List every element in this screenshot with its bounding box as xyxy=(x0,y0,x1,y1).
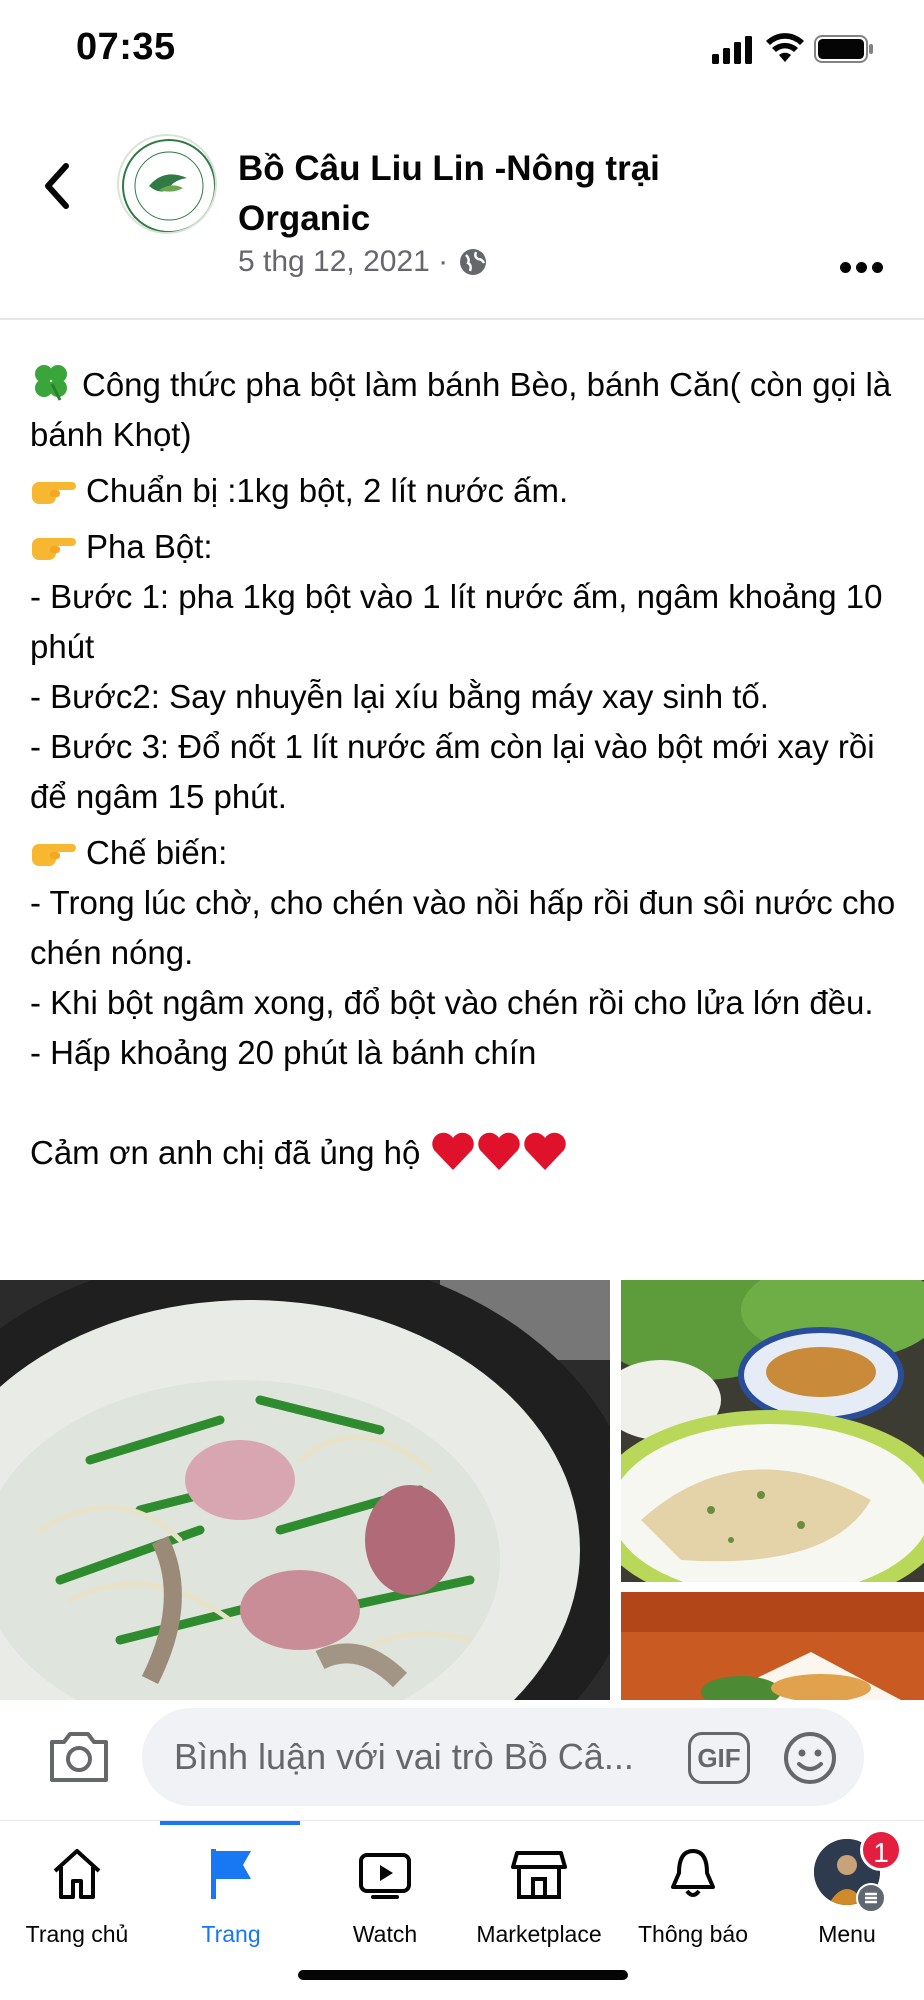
nav-notifications[interactable]: Thông báo xyxy=(616,1821,770,1971)
red-heart-icon xyxy=(523,1132,566,1170)
thanks-line: Cảm ơn anh chị đã ủng hộ xyxy=(30,1128,900,1178)
pointing-hand-icon xyxy=(32,844,76,866)
notification-badge: 1 xyxy=(860,1829,902,1871)
nav-watch-label: Watch xyxy=(352,1921,418,1947)
cook-heading-line: Chế biến: xyxy=(30,828,900,878)
status-time: 07:35 xyxy=(76,26,176,68)
cook-step-1: - Trong lúc chờ, cho chén vào nồi hấp rồ… xyxy=(30,884,896,971)
cellular-signal-icon xyxy=(712,36,752,64)
farm-logo-icon xyxy=(122,139,215,232)
comment-bar: Bình luận với vai trò Bồ Câ... GIF xyxy=(0,1700,924,1820)
post-photo-plate[interactable] xyxy=(621,1280,924,1582)
nav-home-label: Trang chủ xyxy=(25,1921,129,1947)
post-title-line: Công thức pha bột làm bánh Bèo, bánh Căn… xyxy=(30,360,900,460)
comment-placeholder: Bình luận với vai trò Bồ Câ... xyxy=(174,1736,634,1777)
menu-lines-icon xyxy=(856,1883,886,1913)
four-leaf-clover-icon xyxy=(35,365,67,401)
post-header: Bồ Câu Liu Lin -Nông trại Organic 5 thg … xyxy=(0,100,924,320)
post-photo-pancake[interactable] xyxy=(0,1280,610,1700)
cook-step-3: - Hấp khoảng 20 phút là bánh chín xyxy=(30,1034,537,1071)
page-avatar[interactable] xyxy=(117,134,217,234)
cook-step-2: - Khi bột ngâm xong, đổ bột vào chén rồi… xyxy=(30,984,874,1021)
pointing-hand-icon xyxy=(32,482,76,504)
camera-icon[interactable] xyxy=(48,1728,110,1784)
page-name[interactable]: Bồ Câu Liu Lin -Nông trại Organic xyxy=(238,144,758,244)
post-title: Công thức pha bột làm bánh Bèo, bánh Căn… xyxy=(30,366,892,453)
status-bar: 07:35 xyxy=(0,0,924,100)
step-2: - Bước2: Say nhuyễn lại xíu bằng máy xay… xyxy=(30,678,769,715)
mix-heading: Pha Bột: xyxy=(86,528,213,565)
flag-icon xyxy=(211,1849,251,1899)
nav-pages[interactable]: Trang xyxy=(154,1821,308,1971)
globe-icon xyxy=(460,249,487,275)
back-arrow-icon[interactable] xyxy=(36,158,82,214)
marketplace-icon xyxy=(511,1851,567,1899)
plated-pancake-image xyxy=(621,1280,924,1582)
nav-pages-label: Trang xyxy=(201,1921,261,1947)
pancake-pan-image xyxy=(0,1280,610,1700)
more-options-icon[interactable] xyxy=(840,260,888,280)
step-1: - Bước 1: pha 1kg bột vào 1 lít nước ấm,… xyxy=(30,578,883,665)
emoji-icon[interactable] xyxy=(782,1730,838,1786)
mix-heading-line: Pha Bột: xyxy=(30,522,900,572)
prepare-text: Chuẩn bị :1kg bột, 2 lít nước ấm. xyxy=(86,472,569,509)
watch-icon xyxy=(359,1853,411,1899)
gif-button[interactable]: GIF xyxy=(688,1732,750,1784)
nav-home[interactable]: Trang chủ xyxy=(0,1821,154,1971)
home-indicator xyxy=(298,1970,628,1980)
bell-icon xyxy=(671,1849,715,1897)
red-heart-icon xyxy=(477,1132,520,1170)
nav-marketplace-label: Marketplace xyxy=(476,1921,602,1947)
nav-marketplace[interactable]: Marketplace xyxy=(462,1821,616,1971)
post-photo-third[interactable] xyxy=(621,1592,924,1700)
third-dish-image xyxy=(621,1592,924,1700)
battery-icon xyxy=(814,35,873,63)
thanks-text: Cảm ơn anh chị đã ủng hộ xyxy=(30,1134,421,1171)
comment-input[interactable]: Bình luận với vai trò Bồ Câ... GIF xyxy=(142,1708,864,1806)
nav-menu[interactable]: 1 Menu xyxy=(770,1821,924,1971)
nav-notifications-label: Thông báo xyxy=(638,1921,748,1947)
wifi-icon xyxy=(766,33,804,62)
post-meta: 5 thg 12, 2021 · xyxy=(238,245,488,279)
nav-watch[interactable]: Watch xyxy=(308,1821,462,1971)
cook-heading: Chế biến: xyxy=(86,834,228,871)
red-heart-icon xyxy=(431,1132,474,1170)
post-date[interactable]: 5 thg 12, 2021 · xyxy=(238,245,448,279)
post-text: Công thức pha bột làm bánh Bèo, bánh Căn… xyxy=(30,360,900,1178)
step-3: - Bước 3: Đổ nốt 1 lít nước ấm còn lại v… xyxy=(30,728,875,815)
pointing-hand-icon xyxy=(32,538,76,560)
nav-menu-label: Menu xyxy=(818,1921,876,1947)
prepare-line: Chuẩn bị :1kg bột, 2 lít nước ấm. xyxy=(30,466,900,516)
home-icon xyxy=(53,1849,101,1899)
